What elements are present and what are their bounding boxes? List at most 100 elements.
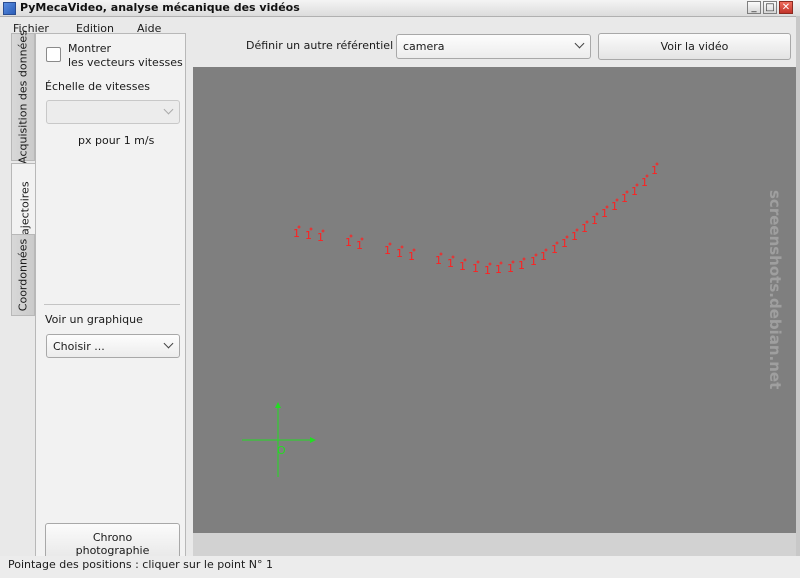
trajectory-point: 1: [447, 255, 455, 270]
tab-coordonnees[interactable]: Coordonnées: [11, 234, 35, 316]
reference-frame-select[interactable]: camera: [396, 34, 591, 59]
trajectory-point: 1: [540, 248, 548, 263]
svg-text:1: 1: [530, 255, 537, 268]
tab-acquisition[interactable]: Acquisition des données: [11, 30, 35, 164]
chrono-line1: Chrono: [92, 531, 133, 544]
menu-edition[interactable]: Edition: [58, 22, 123, 38]
svg-text:1: 1: [484, 264, 491, 277]
svg-text:1: 1: [384, 244, 391, 257]
chevron-down-icon: [163, 104, 174, 115]
svg-text:1: 1: [551, 243, 558, 256]
svg-text:1: 1: [621, 192, 628, 205]
tab-coordonnees-label: Coordonnées: [16, 238, 30, 312]
trajectory-point: 1: [293, 225, 301, 240]
maximize-button[interactable]: □: [763, 1, 777, 14]
trajectory-point: 1: [571, 228, 579, 243]
tab-acquisition-label: Acquisition des données: [16, 30, 30, 164]
close-button[interactable]: ✕: [779, 1, 793, 14]
svg-text:1: 1: [561, 237, 568, 250]
trajectory-point: 1: [472, 260, 480, 275]
speed-vectors-label-line1: Montrer: [68, 42, 112, 55]
trajectory-canvas[interactable]: 11111111111111111111111111111O: [193, 67, 796, 533]
trajectory-point: 1: [435, 252, 443, 267]
reference-frame-label: Définir un autre référentiel :: [246, 39, 401, 52]
svg-text:1: 1: [540, 250, 547, 263]
play-video-button[interactable]: Voir la vidéo: [598, 33, 791, 60]
graph-label: Voir un graphique: [45, 313, 143, 326]
svg-text:1: 1: [507, 262, 514, 275]
svg-text:1: 1: [317, 231, 324, 244]
svg-text:1: 1: [611, 200, 618, 213]
watermark: screenshots.debian.net: [766, 190, 784, 390]
trajectory-point: 1: [384, 242, 392, 257]
svg-text:1: 1: [447, 257, 454, 270]
svg-text:1: 1: [408, 250, 415, 263]
trajectory-point: 1: [484, 262, 492, 277]
trajectory-point: 1: [591, 212, 599, 227]
graph-select-value: Choisir ...: [53, 340, 105, 353]
trajectory-point: 1: [518, 257, 526, 272]
trajectory-point: 1: [551, 241, 559, 256]
window-edge: [796, 16, 800, 578]
svg-text:1: 1: [631, 185, 638, 198]
trajectory-point: 1: [621, 190, 629, 205]
speed-vectors-label-line2: les vecteurs vitesses: [68, 56, 183, 69]
svg-text:1: 1: [293, 227, 300, 240]
origin-label: O: [277, 444, 286, 457]
svg-text:1: 1: [518, 259, 525, 272]
svg-text:1: 1: [651, 164, 658, 177]
app-icon: [3, 2, 16, 15]
svg-text:1: 1: [472, 262, 479, 275]
trajectory-point: 1: [345, 234, 353, 249]
menu-bar: Fichier Edition Aide: [10, 22, 170, 38]
y-axis-arrow-icon: [275, 402, 281, 408]
trajectory-point: 1: [611, 198, 619, 213]
svg-text:1: 1: [435, 254, 442, 267]
trajectory-point: 1: [631, 183, 639, 198]
speed-scale-label: Échelle de vitesses: [45, 80, 150, 93]
svg-text:1: 1: [571, 230, 578, 243]
trajectory-point: 1: [507, 260, 515, 275]
canvas-bottom-strip: [193, 533, 796, 558]
trajectory-point: 1: [305, 227, 313, 242]
trajectories-panel: Montrer les vecteurs vitesses Échelle de…: [35, 33, 186, 578]
graph-select[interactable]: Choisir ...: [46, 334, 180, 358]
trajectory-point: 1: [459, 258, 467, 273]
speed-vectors-checkbox[interactable]: [46, 47, 61, 62]
title-bar: PyMecaVideo, analyse mécanique des vidéo…: [0, 0, 800, 17]
trajectory-point: 1: [601, 205, 609, 220]
status-text: Pointage des positions : cliquer sur le …: [8, 558, 273, 571]
trajectory-point: 1: [408, 248, 416, 263]
trajectory-point: 1: [396, 245, 404, 260]
menu-fichier[interactable]: Fichier: [10, 22, 58, 38]
speed-scale-select[interactable]: [46, 100, 180, 124]
reference-frame-value: camera: [403, 40, 445, 53]
speed-vectors-label: Montrer les vecteurs vitesses: [68, 42, 183, 70]
trajectory-point: 1: [651, 162, 659, 177]
trajectory-point: 1: [530, 253, 538, 268]
trajectory-point: 1: [641, 174, 649, 189]
trajectory-plot: 1 1 1 1 1 1 1 1 1 1 1 1 1 1 1 1 1 11 1111111111O: [242, 162, 659, 477]
svg-text:1: 1: [591, 214, 598, 227]
svg-text:1: 1: [305, 229, 312, 242]
trajectory-point: 1: [317, 229, 325, 244]
trajectory-point: 1: [495, 261, 503, 276]
svg-text:1: 1: [356, 239, 363, 252]
minimize-button[interactable]: _: [747, 1, 761, 14]
svg-text:1: 1: [641, 176, 648, 189]
divider: [44, 304, 180, 305]
svg-text:1: 1: [396, 247, 403, 260]
svg-text:1: 1: [601, 207, 608, 220]
svg-text:1: 1: [495, 263, 502, 276]
svg-text:1: 1: [581, 222, 588, 235]
trajectory-point: 1: [356, 237, 364, 252]
chevron-down-icon: [574, 38, 585, 49]
speed-scale-unit: px pour 1 m/s: [78, 134, 155, 147]
svg-text:1: 1: [345, 236, 352, 249]
x-axis-arrow-icon: [310, 437, 316, 443]
menu-aide[interactable]: Aide: [123, 22, 170, 38]
trajectory-point: 1: [581, 220, 589, 235]
window-title: PyMecaVideo, analyse mécanique des vidéo…: [20, 1, 300, 14]
status-bar: Pointage des positions : cliquer sur le …: [0, 556, 800, 578]
chevron-down-icon: [163, 338, 174, 349]
